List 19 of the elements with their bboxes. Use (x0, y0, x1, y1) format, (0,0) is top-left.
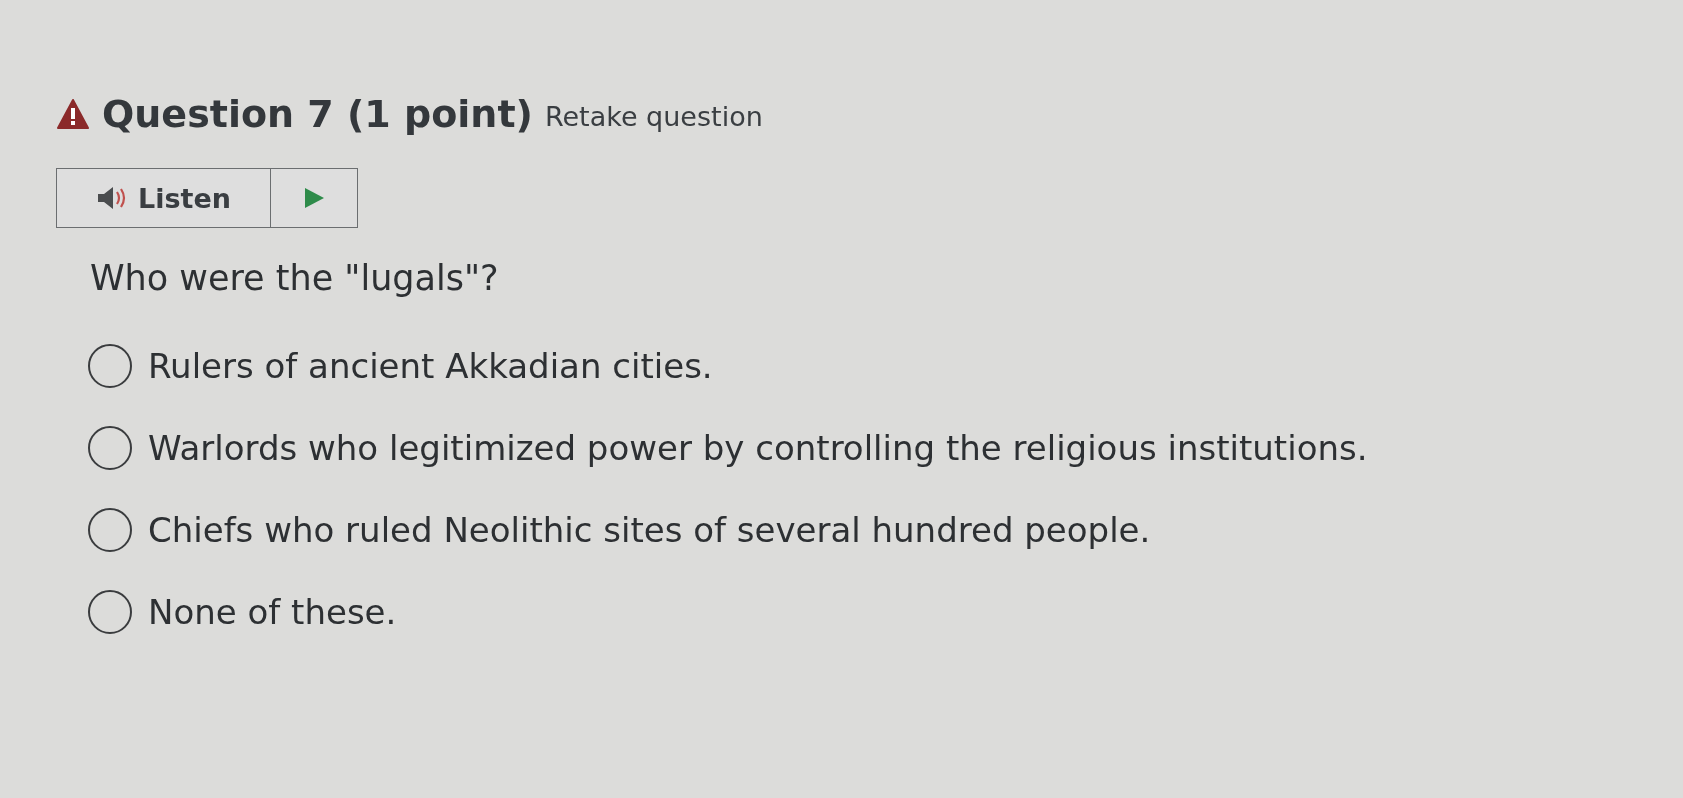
option-text: Rulers of ancient Akkadian cities. (148, 346, 713, 386)
answer-option[interactable]: None of these. (88, 590, 1683, 634)
answer-option[interactable]: Warlords who legitimized power by controlling the religious institutions. (88, 426, 1683, 470)
warning-icon (56, 98, 90, 130)
option-text: None of these. (148, 592, 397, 632)
play-icon (302, 186, 326, 210)
answer-option[interactable]: Chiefs who ruled Neolithic sites of several hundred people. (88, 508, 1683, 552)
option-text: Chiefs who ruled Neolithic sites of several hundred people. (148, 510, 1151, 550)
retake-question-link[interactable]: Retake question (544, 100, 763, 132)
answer-option[interactable]: Rulers of ancient Akkadian cities. (88, 344, 1683, 388)
listen-button[interactable]: Listen (57, 169, 271, 227)
option-text: Warlords who legitimized power by controlling the religious institutions. (148, 428, 1368, 468)
radio-button[interactable] (88, 508, 132, 552)
speaker-icon (96, 185, 128, 211)
question-text: Who were the "lugals"? (90, 258, 500, 298)
radio-button[interactable] (88, 344, 132, 388)
radio-button[interactable] (88, 426, 132, 470)
question-title: Question 7 (1 point) (102, 92, 533, 136)
radio-button[interactable] (88, 590, 132, 634)
